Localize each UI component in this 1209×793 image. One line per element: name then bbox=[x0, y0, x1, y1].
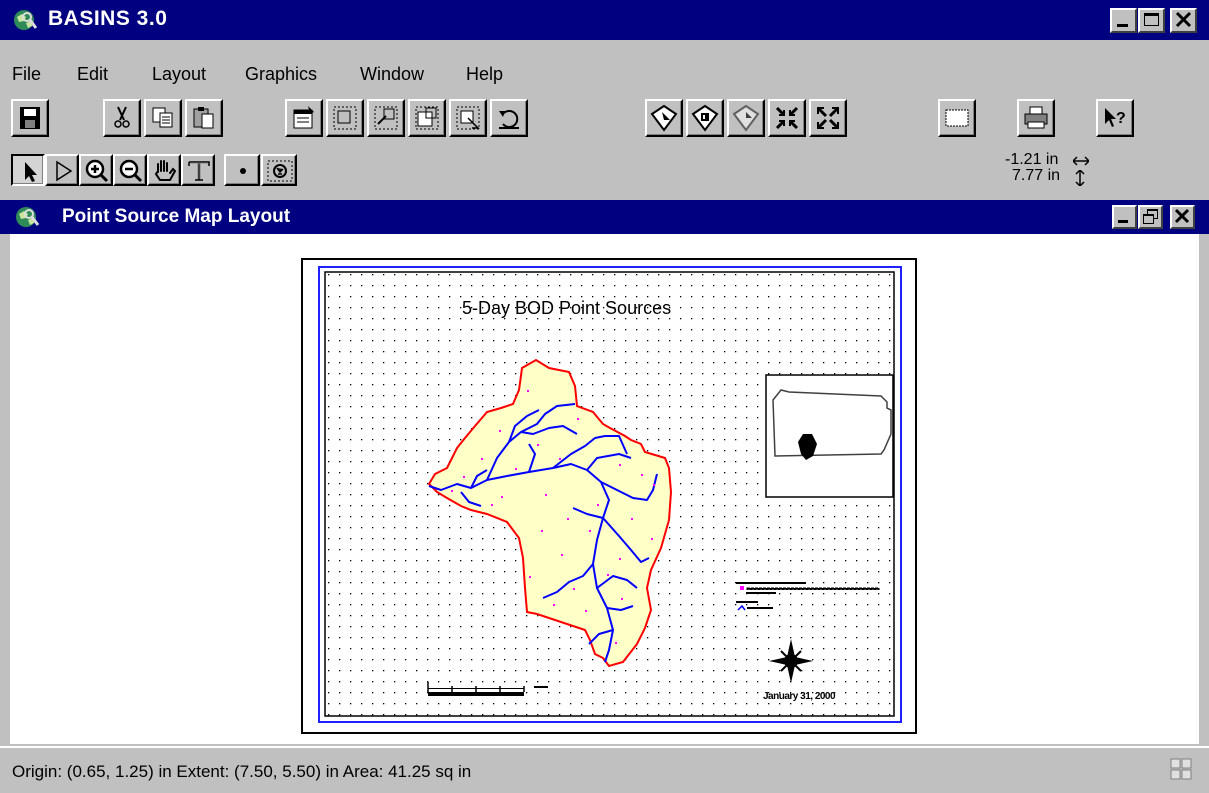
align-button[interactable] bbox=[686, 99, 724, 137]
blank-icon bbox=[945, 109, 969, 127]
zoom-out-icon bbox=[119, 159, 143, 183]
menu-layout[interactable]: Layout bbox=[152, 64, 206, 85]
group-icon bbox=[333, 106, 357, 130]
undo-icon bbox=[499, 110, 519, 129]
text-tool[interactable] bbox=[181, 154, 215, 186]
vertex-icon bbox=[56, 160, 73, 182]
menu-edit[interactable]: Edit bbox=[77, 64, 108, 85]
basins-globe-icon bbox=[16, 207, 40, 227]
basins-globe-icon bbox=[14, 10, 38, 30]
frame-icon bbox=[267, 160, 293, 182]
paste-button[interactable] bbox=[185, 99, 223, 137]
text-icon bbox=[188, 161, 210, 181]
close-icon bbox=[1175, 11, 1192, 28]
vertex-tool[interactable] bbox=[45, 154, 79, 186]
point-tool[interactable] bbox=[224, 154, 260, 186]
app-title: BASINS 3.0 bbox=[48, 7, 168, 30]
frame-tool[interactable] bbox=[261, 154, 297, 186]
undo-button[interactable] bbox=[490, 99, 528, 137]
menu-help[interactable]: Help bbox=[466, 64, 503, 85]
expand-icon bbox=[817, 107, 839, 129]
zoom-out-tool[interactable] bbox=[113, 154, 147, 186]
layout-restore-button[interactable] bbox=[1138, 205, 1163, 229]
layout-close-button[interactable] bbox=[1170, 205, 1195, 229]
layout-minimize-button[interactable] bbox=[1112, 205, 1137, 229]
status-text: Origin: (0.65, 1.25) in Extent: (7.50, 5… bbox=[12, 762, 472, 781]
layout-window-titlebar[interactable]: Point Source Map Layout bbox=[0, 200, 1209, 234]
pan-tool[interactable] bbox=[147, 154, 181, 186]
zoom-in-tool[interactable] bbox=[79, 154, 113, 186]
save-button[interactable] bbox=[11, 99, 49, 137]
svg-text:?: ? bbox=[1116, 110, 1126, 127]
snap-button[interactable] bbox=[645, 99, 683, 137]
bring-front-icon bbox=[415, 106, 439, 130]
close-button[interactable] bbox=[1170, 8, 1197, 33]
size-button[interactable] bbox=[727, 99, 765, 137]
pan-icon bbox=[154, 160, 177, 181]
properties-icon bbox=[293, 106, 314, 129]
layout-page-graphic bbox=[301, 258, 917, 734]
copy-icon bbox=[152, 107, 173, 128]
ungroup-icon bbox=[374, 106, 398, 130]
minimize-icon bbox=[1118, 220, 1128, 223]
coord-x: -1.21 in bbox=[1005, 151, 1059, 168]
bring-front-button[interactable] bbox=[408, 99, 446, 137]
align-icon bbox=[691, 104, 719, 132]
tool-toolbar: -1.21 in 7.77 in bbox=[0, 152, 1209, 192]
close-icon bbox=[1174, 208, 1190, 224]
send-back-icon bbox=[456, 106, 480, 130]
snap-icon bbox=[650, 104, 678, 132]
help-icon: ? bbox=[1105, 108, 1126, 127]
cut-icon bbox=[114, 106, 130, 128]
layout-page[interactable]: 5-Day BOD Point Sources January 31, 2000 bbox=[301, 258, 918, 735]
coord-y: 7.77 in bbox=[1012, 167, 1061, 184]
size-grip-icon[interactable] bbox=[1170, 758, 1192, 780]
expand-button[interactable] bbox=[809, 99, 847, 137]
menu-window[interactable]: Window bbox=[360, 64, 424, 85]
ungroup-button[interactable] bbox=[367, 99, 405, 137]
button-toolbar: ? bbox=[0, 98, 1209, 142]
minimize-icon bbox=[1117, 24, 1128, 27]
status-bar: Origin: (0.65, 1.25) in Extent: (7.50, 5… bbox=[0, 746, 1209, 793]
shrink-icon bbox=[775, 106, 799, 130]
send-back-button[interactable] bbox=[449, 99, 487, 137]
zoom-in-icon bbox=[85, 159, 109, 183]
properties-button[interactable] bbox=[285, 99, 323, 137]
menu-file[interactable]: File bbox=[12, 64, 41, 85]
size-icon bbox=[732, 104, 760, 132]
save-icon bbox=[20, 107, 40, 129]
pointer-icon bbox=[25, 162, 37, 182]
layout-window-title: Point Source Map Layout bbox=[62, 206, 291, 227]
blank-button[interactable] bbox=[938, 99, 976, 137]
help-button[interactable]: ? bbox=[1096, 99, 1134, 137]
menu-graphics[interactable]: Graphics bbox=[245, 64, 317, 85]
map-title[interactable]: 5-Day BOD Point Sources bbox=[462, 298, 671, 319]
cut-button[interactable] bbox=[103, 99, 141, 137]
vertical-arrow-icon bbox=[1075, 170, 1085, 186]
restore-icon bbox=[1143, 209, 1158, 224]
group-button[interactable] bbox=[326, 99, 364, 137]
menu-bar: File Edit Layout Graphics Window Help bbox=[0, 56, 1209, 86]
app-titlebar[interactable]: BASINS 3.0 bbox=[0, 0, 1209, 40]
paste-icon bbox=[193, 107, 214, 129]
copy-button[interactable] bbox=[144, 99, 182, 137]
print-icon bbox=[1024, 106, 1048, 129]
maximize-button[interactable] bbox=[1138, 8, 1165, 33]
print-button[interactable] bbox=[1017, 99, 1055, 137]
maximize-icon bbox=[1144, 13, 1159, 26]
map-date[interactable]: January 31, 2000 bbox=[763, 691, 836, 702]
minimize-button[interactable] bbox=[1110, 8, 1137, 33]
shrink-button[interactable] bbox=[768, 99, 806, 137]
point-icon bbox=[240, 168, 246, 174]
pointer-tool[interactable] bbox=[11, 154, 45, 186]
horizontal-arrow-icon bbox=[1073, 156, 1089, 166]
